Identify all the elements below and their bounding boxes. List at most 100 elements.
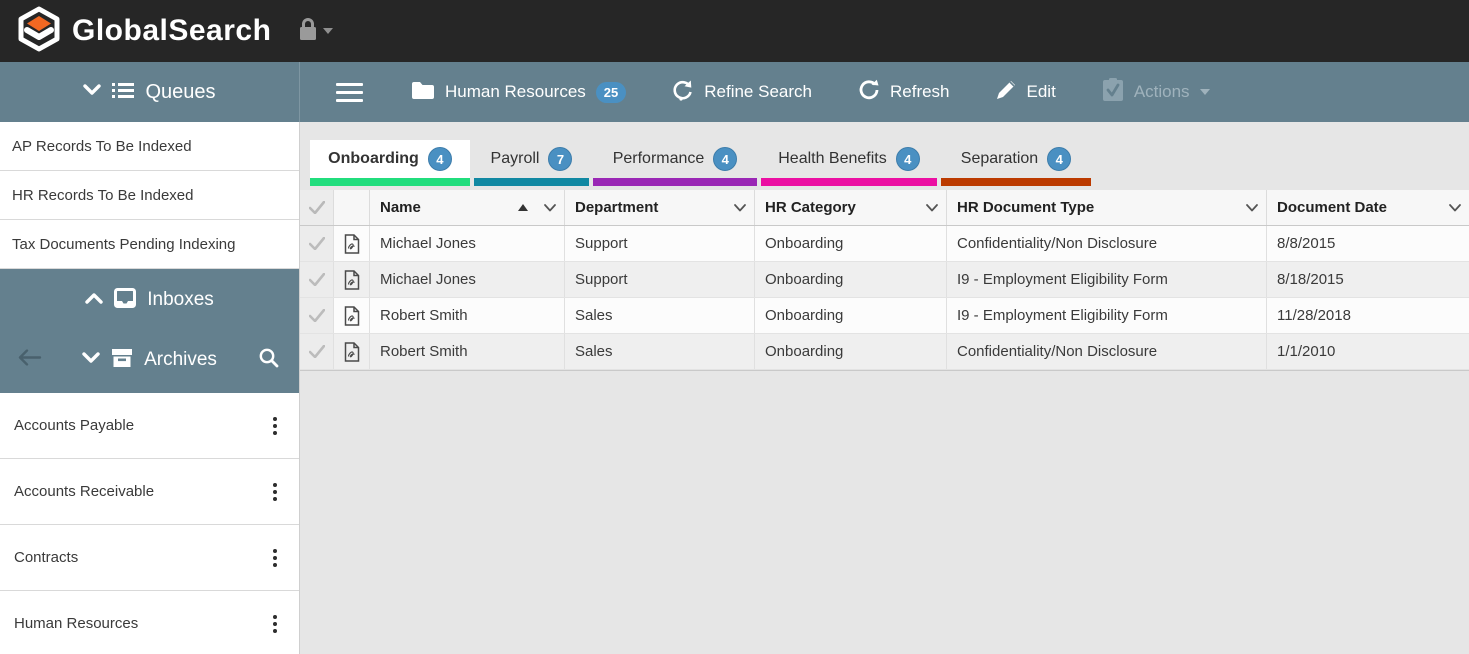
table-row[interactable]: Michael Jones Support Onboarding Confide… <box>300 226 1469 262</box>
archives-title: Archives <box>144 349 217 371</box>
column-header-name[interactable]: Name <box>370 190 565 225</box>
row-checkbox[interactable] <box>300 298 334 333</box>
sort-asc-icon <box>518 204 528 211</box>
main-panel: Onboarding 4 Payroll 7 Performance 4 <box>300 122 1469 654</box>
tab-color-bar <box>310 178 470 186</box>
queue-list: AP Records To Be Indexed HR Records To B… <box>0 122 299 269</box>
row-checkbox[interactable] <box>300 262 334 297</box>
pdf-file-icon[interactable] <box>334 298 370 333</box>
tab-label: Payroll <box>491 150 540 168</box>
tab[interactable]: Onboarding 4 <box>310 140 470 186</box>
chevron-down-icon <box>323 28 333 34</box>
cell-name: Michael Jones <box>370 262 565 297</box>
cell-document-date: 8/8/2015 <box>1267 226 1469 261</box>
tab-count-badge: 4 <box>713 147 737 171</box>
edit-button[interactable]: Edit <box>996 79 1056 105</box>
edit-label: Edit <box>1027 82 1056 102</box>
sidebar: AP Records To Be Indexed HR Records To B… <box>0 122 300 654</box>
queue-item[interactable]: HR Records To Be Indexed <box>0 171 299 220</box>
top-bar: GlobalSearch <box>0 0 1469 62</box>
tab-count-badge: 4 <box>428 147 452 171</box>
table-row[interactable]: Robert Smith Sales Onboarding Confidenti… <box>300 334 1469 370</box>
sidebar-archives-header[interactable]: Archives <box>0 335 299 385</box>
refine-search-icon <box>672 79 694 106</box>
queue-item-label: AP Records To Be Indexed <box>12 138 192 155</box>
tab-count-badge: 4 <box>896 147 920 171</box>
cell-hr-document-type: I9 - Employment Eligibility Form <box>947 262 1267 297</box>
archive-item-label: Accounts Receivable <box>14 483 154 500</box>
doc-icon-column-header <box>334 190 370 225</box>
menu-icon[interactable] <box>336 78 363 107</box>
select-all-checkbox[interactable] <box>300 190 334 225</box>
tab-color-bar <box>474 178 589 186</box>
lock-menu[interactable] <box>297 17 333 46</box>
app-logo[interactable]: GlobalSearch <box>16 6 271 57</box>
queue-item[interactable]: Tax Documents Pending Indexing <box>0 220 299 269</box>
tab[interactable]: Performance 4 <box>593 140 757 186</box>
brand-name: GlobalSearch <box>72 14 271 48</box>
kebab-menu-icon[interactable] <box>267 413 283 439</box>
tab-label: Health Benefits <box>778 150 887 168</box>
row-checkbox[interactable] <box>300 334 334 369</box>
tab[interactable]: Separation 4 <box>941 140 1091 186</box>
column-header-hr-category[interactable]: HR Category <box>755 190 947 225</box>
actions-button[interactable]: Actions <box>1102 78 1210 107</box>
globalsearch-logo-icon <box>16 6 62 57</box>
table-row[interactable]: Michael Jones Support Onboarding I9 - Em… <box>300 262 1469 298</box>
archive-item[interactable]: Human Resources <box>0 591 299 654</box>
actions-clipboard-icon <box>1102 78 1124 107</box>
archive-item[interactable]: Accounts Receivable <box>0 459 299 525</box>
chevron-down-icon <box>1200 89 1210 95</box>
tab[interactable]: Payroll 7 <box>474 140 589 186</box>
kebab-menu-icon[interactable] <box>267 611 283 637</box>
cell-hr-category: Onboarding <box>755 262 947 297</box>
refresh-button[interactable]: Refresh <box>858 79 950 106</box>
sidebar-inboxes-header[interactable]: Inboxes <box>0 275 299 325</box>
chevron-down-icon[interactable] <box>926 199 938 216</box>
tab-label: Separation <box>961 150 1038 168</box>
queue-item-label: Tax Documents Pending Indexing <box>12 236 235 253</box>
kebab-menu-icon[interactable] <box>267 479 283 505</box>
archive-item[interactable]: Contracts <box>0 525 299 591</box>
archive-item[interactable]: Accounts Payable <box>0 393 299 459</box>
current-archive-button[interactable]: Human Resources 25 <box>411 80 626 105</box>
pdf-file-icon[interactable] <box>334 262 370 297</box>
row-checkbox[interactable] <box>300 226 334 261</box>
sidebar-queues-header[interactable]: Queues <box>0 62 300 122</box>
list-icon <box>112 82 134 103</box>
actions-label: Actions <box>1134 82 1190 102</box>
column-header-document-date[interactable]: Document Date <box>1267 190 1469 225</box>
pdf-file-icon[interactable] <box>334 334 370 369</box>
archive-item-label: Accounts Payable <box>14 417 134 434</box>
cell-hr-category: Onboarding <box>755 334 947 369</box>
cell-department: Sales <box>565 334 755 369</box>
refine-search-button[interactable]: Refine Search <box>672 79 812 106</box>
column-header-hr-document-type[interactable]: HR Document Type <box>947 190 1267 225</box>
archive-list: Accounts Payable Accounts Receivable Con… <box>0 393 299 654</box>
main-toolbar: Human Resources 25 Refine Search Refresh <box>300 62 1469 122</box>
edit-pencil-icon <box>996 79 1017 105</box>
chevron-down-icon[interactable] <box>1246 199 1258 216</box>
inboxes-title: Inboxes <box>147 289 214 311</box>
back-arrow-icon[interactable] <box>18 350 42 371</box>
tab[interactable]: Health Benefits 4 <box>761 140 937 186</box>
tab-color-bar <box>941 178 1091 186</box>
kebab-menu-icon[interactable] <box>267 545 283 571</box>
chevron-down-icon[interactable] <box>1449 199 1461 216</box>
search-icon[interactable] <box>258 347 279 373</box>
chevron-down-icon[interactable] <box>734 199 746 216</box>
result-count-badge: 25 <box>596 82 626 103</box>
cell-hr-document-type: Confidentiality/Non Disclosure <box>947 334 1267 369</box>
chevron-up-icon <box>85 291 103 309</box>
chevron-down-icon <box>82 351 100 369</box>
queue-item[interactable]: AP Records To Be Indexed <box>0 122 299 171</box>
chevron-down-icon[interactable] <box>544 199 556 216</box>
cell-document-date: 11/28/2018 <box>1267 298 1469 333</box>
archive-box-icon <box>111 348 133 373</box>
cell-document-date: 8/18/2015 <box>1267 262 1469 297</box>
pdf-file-icon[interactable] <box>334 226 370 261</box>
column-header-department[interactable]: Department <box>565 190 755 225</box>
sidebar-sections: Inboxes Archives <box>0 269 299 393</box>
table-row[interactable]: Robert Smith Sales Onboarding I9 - Emplo… <box>300 298 1469 334</box>
cell-department: Sales <box>565 298 755 333</box>
